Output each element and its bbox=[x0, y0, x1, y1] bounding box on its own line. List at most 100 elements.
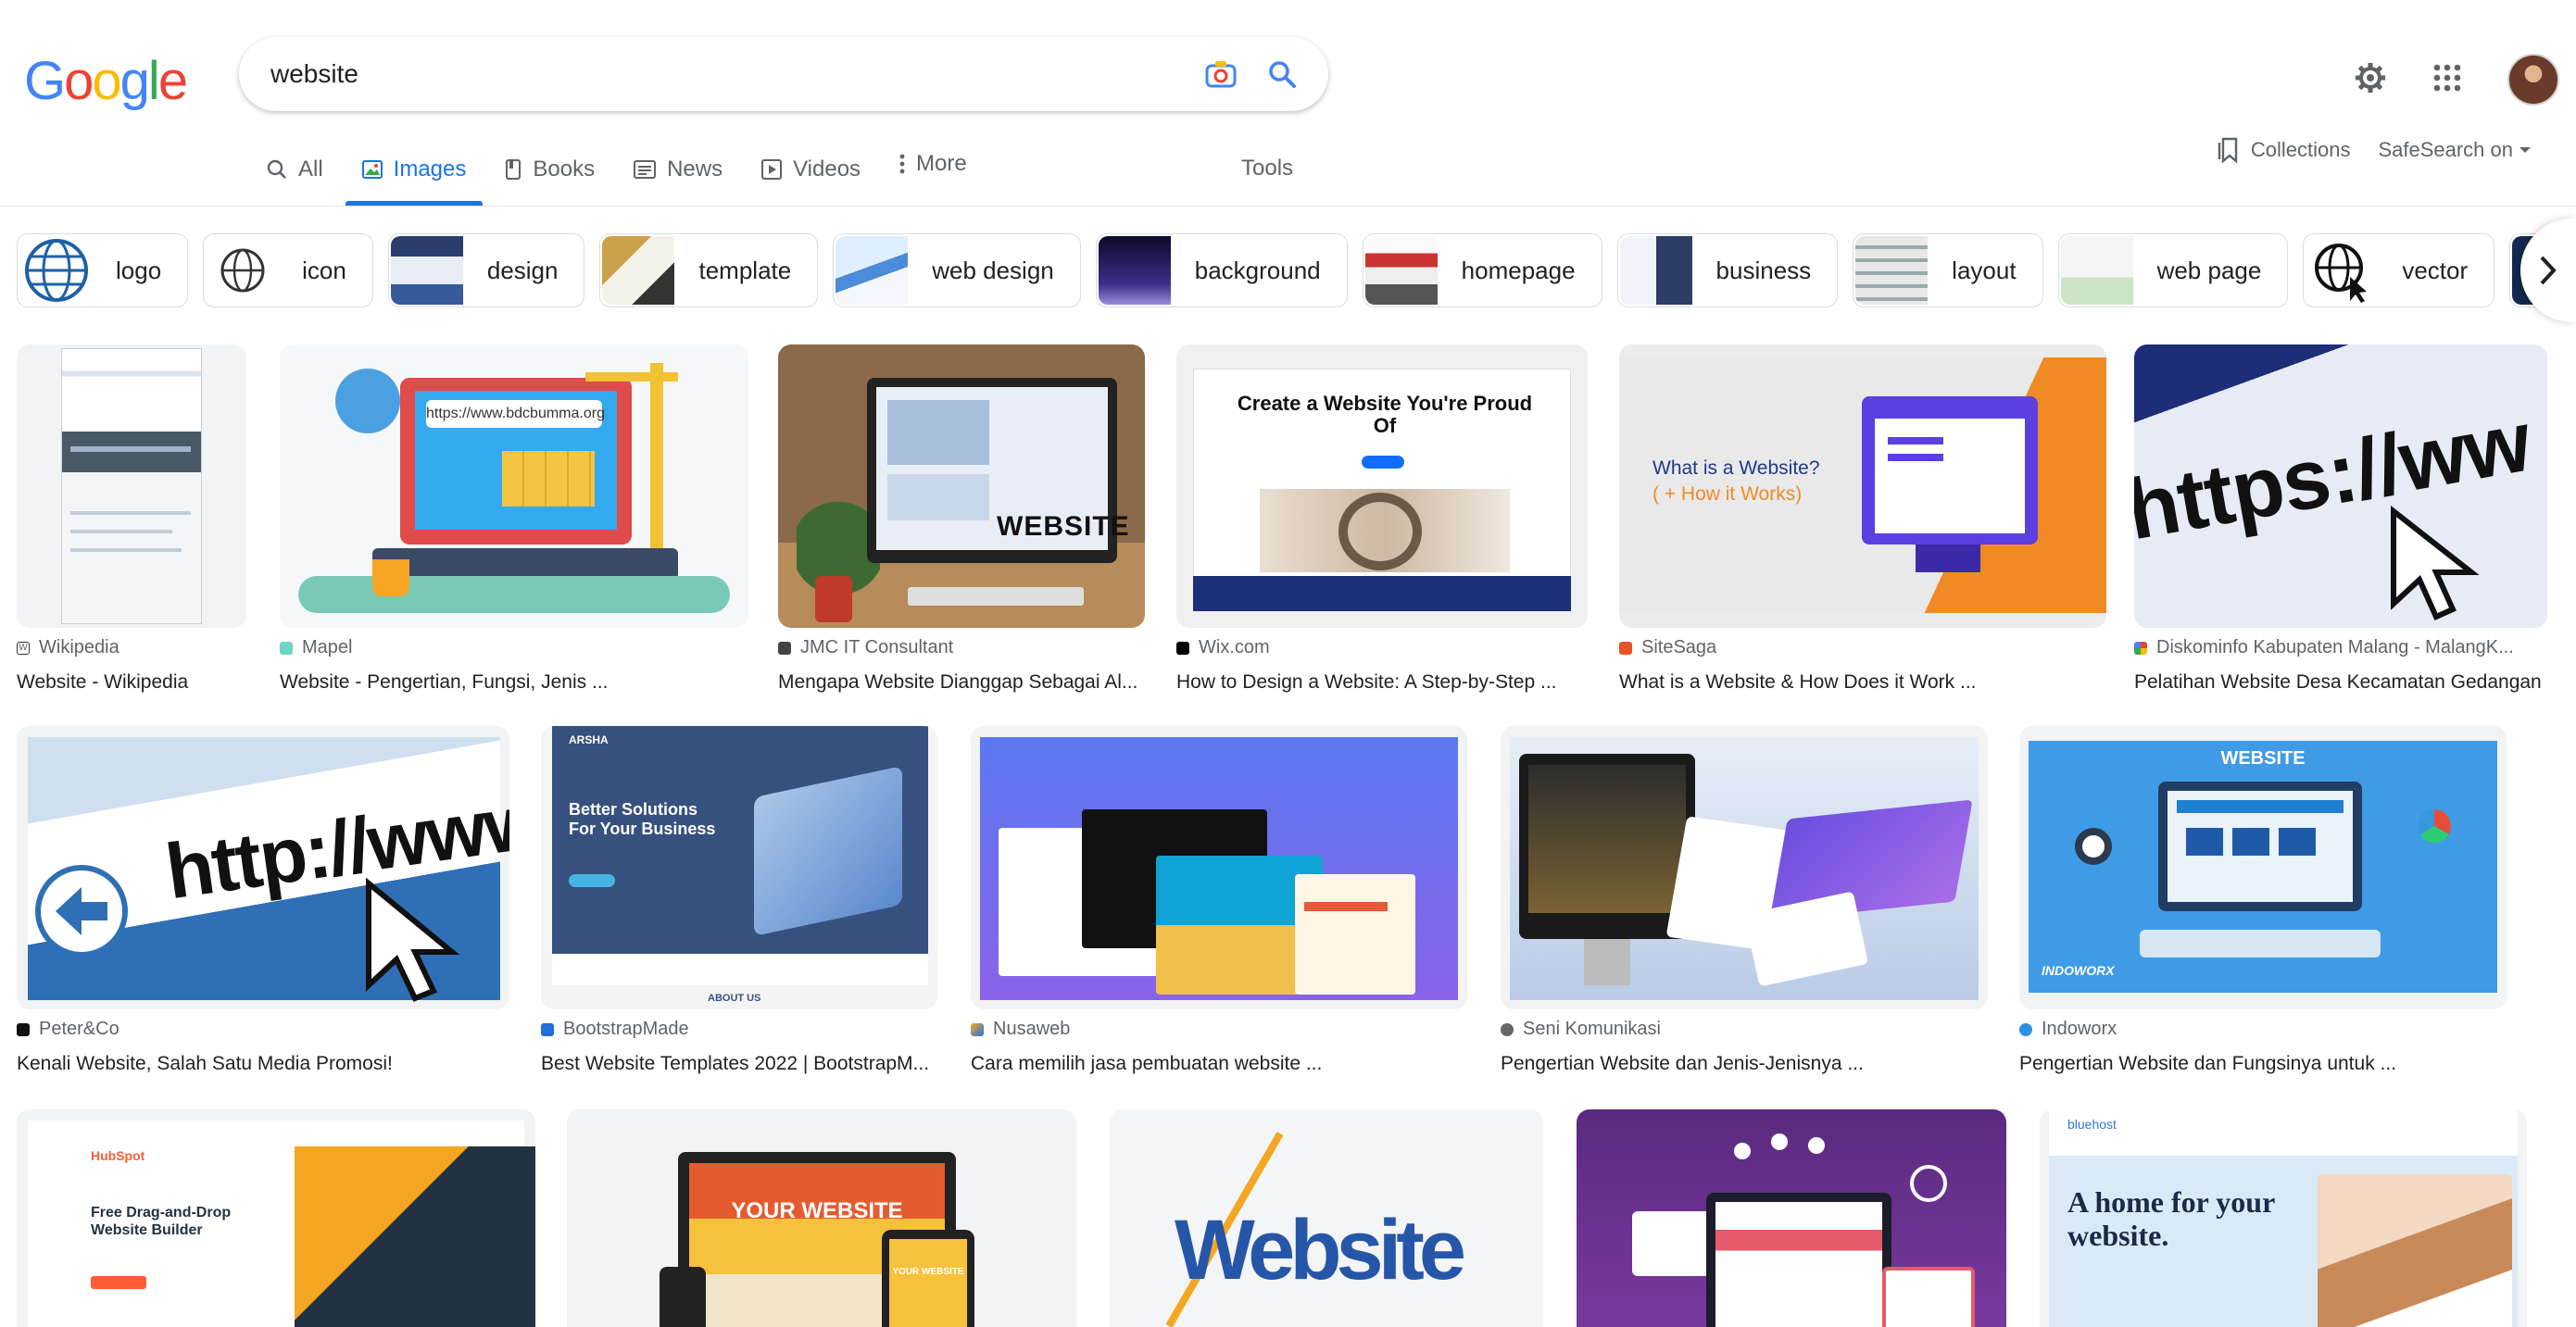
tab-books[interactable]: Books bbox=[505, 148, 595, 191]
result-source[interactable]: W Wikipedia bbox=[17, 637, 246, 658]
image-result[interactable]: What is a Website? ( + How it Works) Sit… bbox=[1619, 344, 2106, 694]
image-result[interactable] bbox=[1577, 1109, 2006, 1327]
chip-icon[interactable]: icon bbox=[203, 233, 373, 307]
result-title[interactable]: How to Design a Website: A Step-by-Step … bbox=[1176, 671, 1588, 694]
source-name: Mapel bbox=[302, 637, 353, 657]
result-source[interactable]: Indoworx bbox=[2019, 1019, 2507, 1040]
gear-icon[interactable] bbox=[2354, 61, 2387, 99]
result-title[interactable]: Kenali Website, Salah Satu Media Promosi… bbox=[17, 1053, 509, 1075]
camera-icon[interactable] bbox=[1202, 56, 1239, 93]
result-title[interactable]: Website - Pengertian, Fungsi, Jenis ... bbox=[280, 671, 748, 694]
image-result[interactable]: Website bbox=[1110, 1109, 1543, 1327]
chip-label: business bbox=[1715, 256, 1812, 284]
result-image[interactable]: HubSpot Free Drag-and-Drop Website Build… bbox=[17, 1109, 535, 1327]
result-source[interactable]: Mapel bbox=[280, 637, 748, 658]
result-title[interactable]: Cara memilih jasa pembuatan website ... bbox=[971, 1053, 1467, 1075]
image-overlay-text: ( + How it Works) bbox=[1652, 483, 1803, 505]
apps-grid-icon[interactable] bbox=[2433, 64, 2461, 96]
tools-button[interactable]: Tools bbox=[1241, 156, 1293, 182]
image-result[interactable]: WEBSITE JMC IT Consultant Mengapa Websit… bbox=[778, 344, 1145, 694]
result-source[interactable]: SiteSaga bbox=[1619, 637, 2106, 658]
news-icon bbox=[634, 160, 657, 179]
tab-news[interactable]: News bbox=[634, 148, 723, 191]
chip-layout[interactable]: layout bbox=[1853, 233, 2043, 307]
result-image[interactable]: Website bbox=[1110, 1109, 1543, 1327]
chip-thumbnail bbox=[602, 236, 675, 305]
image-result[interactable]: https://www.bdcbumma.org Mapel Website -… bbox=[280, 344, 748, 694]
source-name: JMC IT Consultant bbox=[800, 637, 954, 657]
chip-business[interactable]: business bbox=[1616, 233, 1839, 307]
source-name: BootstrapMade bbox=[563, 1019, 689, 1039]
source-name: Wikipedia bbox=[39, 637, 119, 657]
search-input[interactable] bbox=[270, 59, 1178, 89]
image-result[interactable]: https://ww Diskominfo Kabupaten Malang -… bbox=[2134, 344, 2547, 694]
chip-background[interactable]: background bbox=[1095, 233, 1348, 307]
image-result[interactable]: W Wikipedia Website - Wikipedia bbox=[17, 344, 246, 694]
collections-link[interactable]: Collections bbox=[2218, 137, 2350, 163]
result-image[interactable]: YOUR WEBSITE YOUR WEBSITE bbox=[567, 1109, 1076, 1327]
result-image[interactable] bbox=[1577, 1109, 2006, 1327]
image-result[interactable]: WEBSITE INDOWORX Indoworx Pengertian Web… bbox=[2019, 726, 2507, 1075]
result-title[interactable]: Website - Wikipedia bbox=[17, 671, 246, 694]
image-result[interactable]: ARSHA Better Solutions For Your Business… bbox=[541, 726, 937, 1075]
result-source[interactable]: Diskominfo Kabupaten Malang - MalangK... bbox=[2134, 637, 2547, 658]
result-title[interactable]: Pengertian Website dan Jenis-Jenisnya ..… bbox=[1501, 1053, 1988, 1075]
result-title[interactable]: Best Website Templates 2022 | BootstrapM… bbox=[541, 1053, 937, 1075]
result-image[interactable] bbox=[1501, 726, 1988, 1009]
result-image[interactable]: https://www.bdcbumma.org bbox=[280, 344, 748, 628]
tab-label: News bbox=[667, 156, 723, 182]
result-source[interactable]: Nusaweb bbox=[971, 1019, 1467, 1040]
favicon bbox=[17, 1022, 30, 1036]
result-image[interactable]: bluehost A home for your website. bbox=[2040, 1109, 2527, 1327]
tab-all[interactable]: All bbox=[267, 148, 323, 191]
image-result[interactable]: bluehost A home for your website. bbox=[2040, 1109, 2527, 1327]
google-logo[interactable]: Google bbox=[24, 50, 188, 112]
chip-web-page[interactable]: web page bbox=[2057, 233, 2289, 307]
image-result[interactable]: http://www. Peter&Co Kenali Website, Sal… bbox=[17, 726, 509, 1075]
result-source[interactable]: BootstrapMade bbox=[541, 1019, 937, 1040]
result-image[interactable]: http://www. bbox=[17, 726, 509, 1009]
tab-label: Videos bbox=[793, 156, 861, 182]
tab-label: Images bbox=[393, 156, 467, 182]
chip-template[interactable]: template bbox=[599, 233, 819, 307]
tab-videos[interactable]: Videos bbox=[761, 148, 861, 191]
image-result[interactable]: HubSpot Free Drag-and-Drop Website Build… bbox=[17, 1109, 535, 1327]
source-name: Indoworx bbox=[2042, 1019, 2117, 1039]
chip-logo[interactable]: logo bbox=[17, 233, 189, 307]
globe-cursor-icon bbox=[2315, 244, 2368, 303]
chip-web-design[interactable]: web design bbox=[833, 233, 1081, 307]
result-source[interactable]: Seni Komunikasi bbox=[1501, 1019, 1988, 1040]
result-title[interactable]: Pelatihan Website Desa Kecamatan Gedanga… bbox=[2134, 671, 2547, 694]
result-image[interactable]: WEBSITE bbox=[778, 344, 1145, 628]
search-icon[interactable] bbox=[1263, 56, 1301, 93]
result-title[interactable]: Mengapa Website Dianggap Sebagai Al... bbox=[778, 671, 1145, 694]
result-image[interactable]: What is a Website? ( + How it Works) bbox=[1619, 344, 2106, 628]
image-overlay-text: Free Drag-and-Drop Website Builder bbox=[91, 1205, 232, 1238]
result-image[interactable]: ARSHA Better Solutions For Your Business… bbox=[541, 726, 937, 1009]
tab-images[interactable]: Images bbox=[345, 148, 484, 206]
result-image[interactable]: Create a Website You're Proud Of bbox=[1176, 344, 1588, 628]
refinement-chips: logo icon design template web design bac… bbox=[17, 233, 2559, 307]
avatar[interactable] bbox=[2507, 54, 2559, 106]
result-title[interactable]: Pengertian Website dan Fungsinya untuk .… bbox=[2019, 1053, 2507, 1075]
result-image[interactable] bbox=[971, 726, 1467, 1009]
image-result[interactable]: Create a Website You're Proud Of Wix.com… bbox=[1176, 344, 1588, 694]
result-title[interactable]: What is a Website & How Does it Work ... bbox=[1619, 671, 2106, 694]
chip-vector[interactable]: vector bbox=[2303, 233, 2495, 307]
result-image[interactable]: WEBSITE INDOWORX bbox=[2019, 726, 2507, 1009]
tab-more[interactable]: More bbox=[899, 143, 967, 185]
image-result[interactable]: YOUR WEBSITE YOUR WEBSITE bbox=[567, 1109, 1076, 1327]
safesearch-toggle[interactable]: SafeSearch on bbox=[2378, 138, 2532, 162]
result-source[interactable]: Peter&Co bbox=[17, 1019, 509, 1040]
source-name: Diskominfo Kabupaten Malang - MalangK... bbox=[2156, 637, 2514, 657]
result-image[interactable]: https://ww bbox=[2134, 344, 2547, 628]
result-image[interactable] bbox=[17, 344, 246, 628]
chip-label: web page bbox=[2156, 256, 2262, 284]
result-source[interactable]: Wix.com bbox=[1176, 637, 1588, 658]
image-result[interactable]: Nusaweb Cara memilih jasa pembuatan webs… bbox=[971, 726, 1467, 1075]
chip-design[interactable]: design bbox=[387, 233, 585, 307]
source-name: Peter&Co bbox=[39, 1019, 119, 1039]
image-result[interactable]: Seni Komunikasi Pengertian Website dan J… bbox=[1501, 726, 1988, 1075]
result-source[interactable]: JMC IT Consultant bbox=[778, 637, 1145, 658]
chip-homepage[interactable]: homepage bbox=[1362, 233, 1602, 307]
